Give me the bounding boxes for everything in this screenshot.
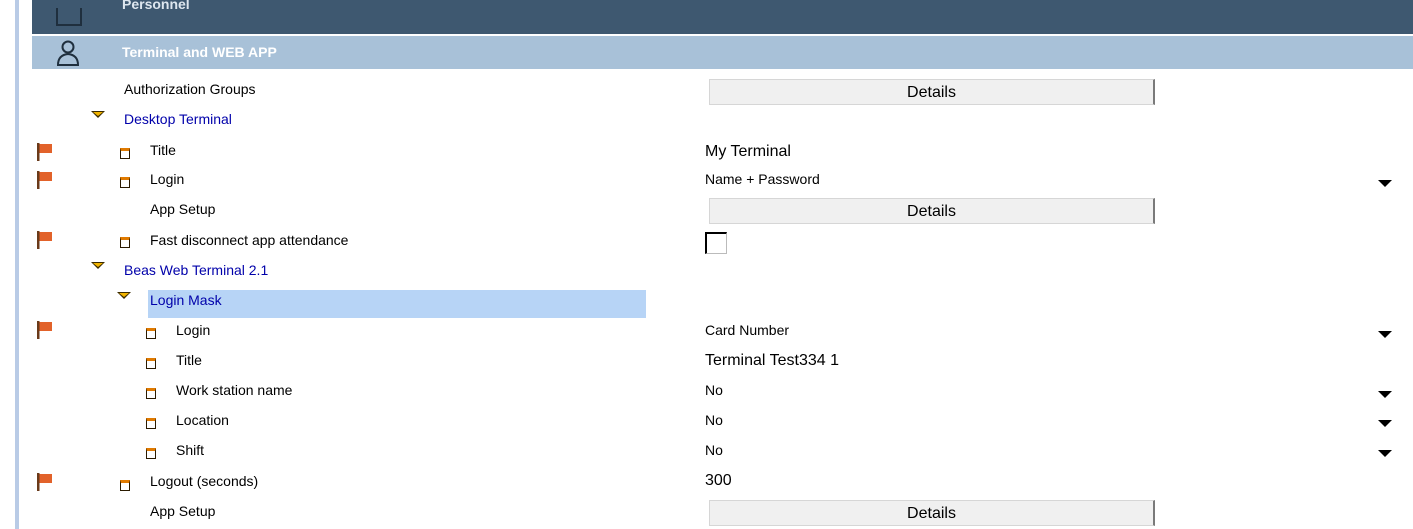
label-title: Title xyxy=(150,142,176,158)
field-marker-icon xyxy=(120,237,130,248)
tree-node-beas-web-terminal[interactable]: Beas Web Terminal 2.1 xyxy=(124,262,268,278)
fast-disconnect-checkbox[interactable] xyxy=(705,232,727,254)
mask-login-select[interactable]: Card Number xyxy=(705,322,789,338)
section-personnel[interactable]: Personnel xyxy=(32,0,1413,34)
mask-title-value[interactable]: Terminal Test334 1 xyxy=(705,352,839,370)
expand-triangle-icon[interactable] xyxy=(91,262,105,269)
field-marker-icon xyxy=(146,418,156,429)
label-authorization-groups: Authorization Groups xyxy=(124,81,256,97)
personnel-icon xyxy=(56,8,82,26)
dropdown-arrow-icon[interactable] xyxy=(1378,450,1392,457)
field-marker-icon xyxy=(120,148,130,159)
label-login: Login xyxy=(150,171,185,187)
field-marker-icon xyxy=(146,448,156,459)
label-logout-seconds: Logout (seconds) xyxy=(150,473,259,489)
field-marker-icon xyxy=(120,177,130,188)
person-icon xyxy=(56,40,80,66)
section-terminal-label: Terminal and WEB APP xyxy=(122,44,277,60)
label-mask-login: Login xyxy=(176,322,211,338)
section-personnel-label: Personnel xyxy=(122,0,190,12)
flag-icon xyxy=(37,143,52,161)
label-app-setup: App Setup xyxy=(150,201,216,217)
dropdown-arrow-icon[interactable] xyxy=(1378,331,1392,338)
left-border xyxy=(15,0,19,529)
shift-select[interactable]: No xyxy=(705,442,723,458)
app-setup-2-details-button[interactable]: Details xyxy=(709,500,1155,526)
label-mask-title: Title xyxy=(176,352,202,368)
label-app-setup-2: App Setup xyxy=(150,503,216,519)
tree-node-desktop-terminal[interactable]: Desktop Terminal xyxy=(124,111,232,127)
dropdown-arrow-icon[interactable] xyxy=(1378,180,1392,187)
app-setup-details-button[interactable]: Details xyxy=(709,198,1155,224)
field-marker-icon xyxy=(146,358,156,369)
label-fast-disconnect: Fast disconnect app attendance xyxy=(150,232,349,248)
authorization-groups-details-button[interactable]: Details xyxy=(709,79,1155,105)
label-location: Location xyxy=(176,412,229,428)
location-select[interactable]: No xyxy=(705,412,723,428)
flag-icon xyxy=(37,473,52,491)
flag-icon xyxy=(37,321,52,339)
dropdown-arrow-icon[interactable] xyxy=(1378,420,1392,427)
logout-seconds-value[interactable]: 300 xyxy=(705,472,732,490)
tree-node-login-mask[interactable]: Login Mask xyxy=(150,292,222,308)
expand-triangle-icon[interactable] xyxy=(91,111,105,118)
flag-icon xyxy=(37,231,52,249)
label-work-station-name: Work station name xyxy=(176,382,293,398)
field-marker-icon xyxy=(146,328,156,339)
expand-triangle-icon[interactable] xyxy=(117,292,131,299)
dropdown-arrow-icon[interactable] xyxy=(1378,391,1392,398)
flag-icon xyxy=(37,171,52,189)
section-terminal-web-app[interactable]: Terminal and WEB APP xyxy=(32,36,1413,69)
label-shift: Shift xyxy=(176,442,205,458)
work-station-name-select[interactable]: No xyxy=(705,382,723,398)
field-marker-icon xyxy=(146,388,156,399)
field-marker-icon xyxy=(120,480,130,491)
desktop-login-select[interactable]: Name + Password xyxy=(705,171,820,187)
desktop-title-value[interactable]: My Terminal xyxy=(705,143,791,161)
selected-row-highlight xyxy=(148,290,646,318)
